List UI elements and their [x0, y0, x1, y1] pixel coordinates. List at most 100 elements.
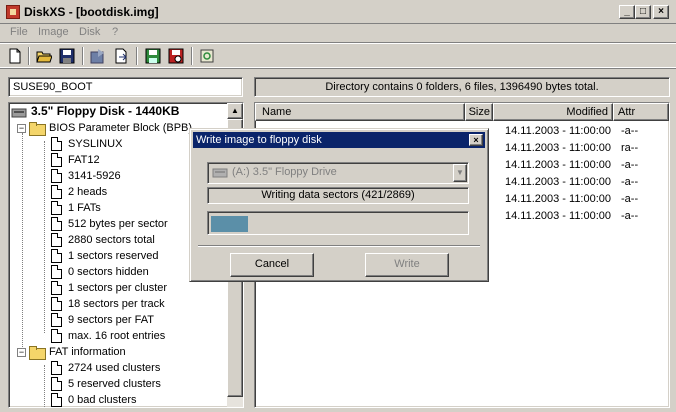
new-icon[interactable]: [5, 46, 25, 66]
file-modified: 14.11.2003 - 11:00:00: [505, 159, 612, 171]
document-icon: [51, 329, 62, 344]
tree-item-label: 2724 used clusters: [68, 362, 161, 374]
menu-file[interactable]: File: [10, 26, 28, 38]
tree-folder-label: FAT information: [49, 346, 126, 358]
format-icon[interactable]: [166, 46, 186, 66]
document-icon: [51, 169, 62, 184]
tree-item[interactable]: 3141-5926: [51, 168, 121, 184]
tree-item-label: 512 bytes per sector: [68, 218, 168, 230]
dialog-title-bar: Write image to floppy disk ×: [193, 132, 485, 148]
tree-line: [44, 141, 45, 333]
tree-item[interactable]: max. 16 root entries: [51, 328, 165, 344]
menu-disk[interactable]: Disk: [79, 26, 100, 38]
column-header-attr[interactable]: Attr: [613, 103, 669, 121]
document-icon: [51, 217, 62, 232]
column-header-name[interactable]: Name: [255, 103, 465, 121]
tree-item[interactable]: FAT12: [51, 152, 100, 168]
file-attr: -a--: [621, 193, 639, 205]
document-icon: [51, 137, 62, 152]
progress-fill: [211, 216, 248, 232]
tree-item[interactable]: 18 sectors per track: [51, 296, 165, 312]
tree-line: [44, 365, 45, 407]
tree-item[interactable]: 1 sectors reserved: [51, 248, 158, 264]
tree-item[interactable]: 512 bytes per sector: [51, 216, 168, 232]
file-attr: -a--: [621, 176, 639, 188]
write-button[interactable]: Write: [365, 253, 449, 277]
tree-item[interactable]: 1 FATs: [51, 200, 101, 216]
tree-item-label: 2880 sectors total: [68, 234, 155, 246]
volume-label-input[interactable]: SUSE90_BOOT: [8, 77, 243, 97]
tree-item-label: SYSLINUX: [68, 138, 123, 150]
collapse-toggle[interactable]: −: [17, 124, 26, 133]
dialog-title: Write image to floppy disk: [196, 134, 322, 146]
tree-item[interactable]: SYSLINUX: [51, 136, 122, 152]
write-image-dialog: Write image to floppy disk × (A:) 3.5" F…: [189, 128, 489, 282]
close-button[interactable]: ×: [653, 5, 669, 19]
save-icon[interactable]: [57, 46, 77, 66]
tree-item[interactable]: 9 sectors per FAT: [51, 312, 154, 328]
document-icon: [51, 297, 62, 312]
dialog-close-button[interactable]: ×: [469, 134, 483, 146]
chevron-down-icon[interactable]: ▼: [453, 164, 467, 182]
window-title: DiskXS - [bootdisk.img]: [24, 5, 159, 19]
file-modified: 14.11.2003 - 11:00:00: [505, 210, 612, 222]
file-modified: 14.11.2003 - 11:00:00: [505, 176, 612, 188]
title-bar: DiskXS - [bootdisk.img] _ □ ×: [0, 0, 676, 24]
toolbar: [0, 42, 676, 68]
app-icon: [6, 5, 20, 19]
progress-bar: [207, 211, 469, 235]
folder-icon: [29, 122, 46, 137]
minimize-button[interactable]: _: [619, 5, 635, 19]
maximize-button[interactable]: □: [635, 5, 651, 19]
progress-text: Writing data sectors (421/2869): [207, 187, 469, 204]
toolbar-separator: [28, 47, 30, 65]
tree-item[interactable]: 5 reserved clusters: [51, 376, 161, 392]
tree-folder-fat[interactable]: FAT information: [29, 344, 126, 361]
file-attr: ra--: [621, 142, 639, 154]
document-icon: [51, 185, 62, 200]
status-text: Directory contains 0 folders, 6 files, 1…: [254, 77, 670, 97]
collapse-toggle[interactable]: −: [17, 348, 26, 357]
menu-image[interactable]: Image: [38, 26, 69, 38]
tree-item-label: 3141-5926: [68, 170, 121, 182]
file-modified: 14.11.2003 - 11:00:00: [505, 193, 612, 205]
toolbar-separator: [191, 47, 193, 65]
document-icon: [51, 281, 62, 296]
refresh-icon[interactable]: [197, 46, 217, 66]
tree-item[interactable]: 2724 used clusters: [51, 360, 160, 376]
file-attr: -a--: [621, 159, 639, 171]
tree-item-label: 1 FATs: [68, 202, 101, 214]
floppy-drive-icon: [11, 108, 27, 118]
column-header-modified[interactable]: Modified: [493, 103, 613, 121]
tree-item[interactable]: 2880 sectors total: [51, 232, 155, 248]
tree-item-label: 2 heads: [68, 186, 108, 198]
column-header-size[interactable]: Size: [465, 103, 493, 121]
drive-select-value: (A:) 3.5" Floppy Drive: [232, 166, 337, 178]
tree-folder-label: BIOS Parameter Block (BPB): [49, 122, 193, 134]
document-icon: [51, 249, 62, 264]
tree-item[interactable]: 0 bad clusters: [51, 392, 136, 407]
tree-item[interactable]: 2 heads: [51, 184, 107, 200]
cancel-button[interactable]: Cancel: [230, 253, 314, 277]
file-attr: -a--: [621, 125, 639, 137]
menu-help[interactable]: ?: [112, 26, 118, 38]
file-modified: 14.11.2003 - 11:00:00: [505, 125, 612, 137]
tree-item-label: 18 sectors per track: [68, 298, 165, 310]
scroll-up-icon[interactable]: ▲: [227, 103, 243, 119]
tree-item[interactable]: 1 sectors per cluster: [51, 280, 167, 296]
file-attr: -a--: [621, 210, 639, 222]
write-disk-icon[interactable]: [111, 46, 131, 66]
open-icon[interactable]: [34, 46, 54, 66]
toolbar-separator: [136, 47, 138, 65]
save-floppy-icon[interactable]: [143, 46, 163, 66]
tree-folder-bpb[interactable]: BIOS Parameter Block (BPB): [29, 120, 193, 137]
drive-select[interactable]: (A:) 3.5" Floppy Drive ▼: [207, 162, 469, 184]
tree-item-label: 9 sectors per FAT: [68, 314, 154, 326]
document-icon: [51, 313, 62, 328]
folder-icon: [29, 346, 46, 361]
tree-item[interactable]: 0 sectors hidden: [51, 264, 149, 280]
tree-root-item[interactable]: 3.5" Floppy Disk - 1440KB: [11, 103, 179, 119]
toolbar-separator: [82, 47, 84, 65]
read-disk-icon[interactable]: [88, 46, 108, 66]
document-icon: [51, 265, 62, 280]
